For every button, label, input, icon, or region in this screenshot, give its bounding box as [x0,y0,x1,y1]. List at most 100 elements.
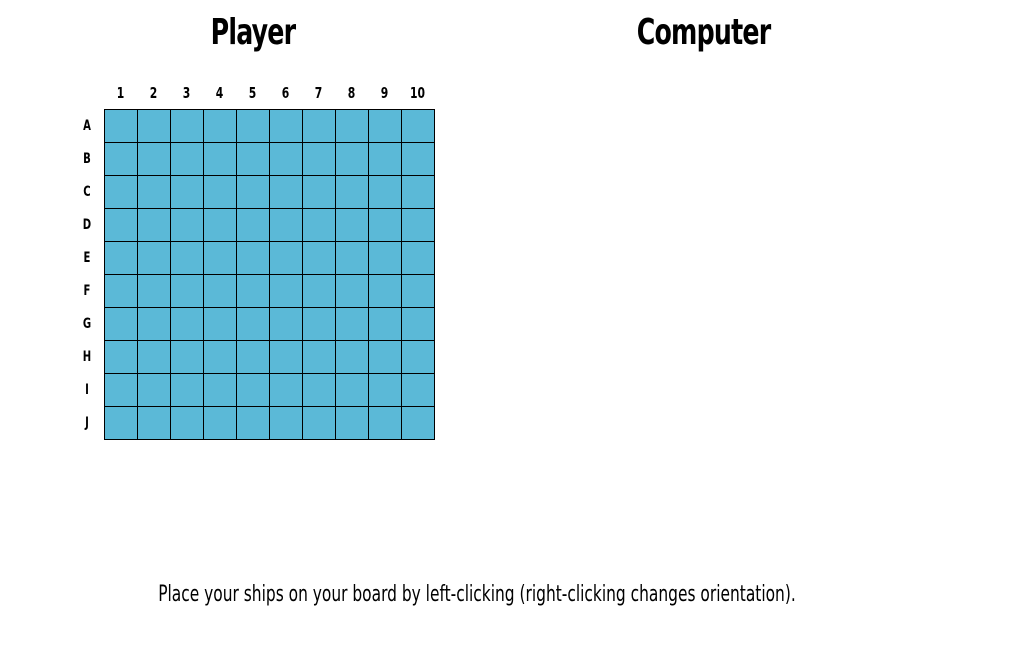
board-cell-b6[interactable] [269,142,302,175]
board-cell-a10[interactable] [401,109,434,142]
board-cell-h2[interactable] [137,340,170,373]
board-cell-g10[interactable] [401,307,434,340]
board-cell-d4[interactable] [203,208,236,241]
board-cell-h9[interactable] [368,340,401,373]
board-cell-f6[interactable] [269,274,302,307]
board-cell-c10[interactable] [401,175,434,208]
board-cell-h7[interactable] [302,340,335,373]
board-cell-j3[interactable] [170,406,203,439]
board-cell-i7[interactable] [302,373,335,406]
board-cell-d6[interactable] [269,208,302,241]
board-cell-a5[interactable] [236,109,269,142]
board-cell-g8[interactable] [335,307,368,340]
board-cell-b10[interactable] [401,142,434,175]
board-cell-c6[interactable] [269,175,302,208]
board-cell-d3[interactable] [170,208,203,241]
board-cell-a4[interactable] [203,109,236,142]
board-cell-j5[interactable] [236,406,269,439]
board-cell-j7[interactable] [302,406,335,439]
board-cell-i4[interactable] [203,373,236,406]
board-cell-f3[interactable] [170,274,203,307]
board-cell-i9[interactable] [368,373,401,406]
board-cell-b3[interactable] [170,142,203,175]
board-cell-f5[interactable] [236,274,269,307]
board-cell-f10[interactable] [401,274,434,307]
board-cell-h6[interactable] [269,340,302,373]
board-cell-c5[interactable] [236,175,269,208]
board-cell-c4[interactable] [203,175,236,208]
board-cell-b5[interactable] [236,142,269,175]
board-cell-g7[interactable] [302,307,335,340]
board-cell-i6[interactable] [269,373,302,406]
board-cell-b2[interactable] [137,142,170,175]
board-cell-f1[interactable] [104,274,137,307]
board-cell-c8[interactable] [335,175,368,208]
board-cell-f4[interactable] [203,274,236,307]
board-cell-g5[interactable] [236,307,269,340]
board-cell-i8[interactable] [335,373,368,406]
board-cell-j9[interactable] [368,406,401,439]
board-cell-d7[interactable] [302,208,335,241]
board-cell-f7[interactable] [302,274,335,307]
board-cell-c7[interactable] [302,175,335,208]
board-cell-c1[interactable] [104,175,137,208]
board-cell-h10[interactable] [401,340,434,373]
board-cell-b8[interactable] [335,142,368,175]
board-cell-b4[interactable] [203,142,236,175]
board-cell-j4[interactable] [203,406,236,439]
board-cell-e8[interactable] [335,241,368,274]
board-cell-a6[interactable] [269,109,302,142]
board-cell-h4[interactable] [203,340,236,373]
board-cell-j1[interactable] [104,406,137,439]
board-cell-i3[interactable] [170,373,203,406]
board-cell-j2[interactable] [137,406,170,439]
board-cell-b1[interactable] [104,142,137,175]
board-cell-d2[interactable] [137,208,170,241]
board-cell-g6[interactable] [269,307,302,340]
board-cell-d5[interactable] [236,208,269,241]
board-cell-e5[interactable] [236,241,269,274]
board-cell-e7[interactable] [302,241,335,274]
board-cell-i10[interactable] [401,373,434,406]
board-cell-a7[interactable] [302,109,335,142]
board-cell-e3[interactable] [170,241,203,274]
board-cell-h5[interactable] [236,340,269,373]
board-cell-g9[interactable] [368,307,401,340]
board-cell-h1[interactable] [104,340,137,373]
board-cell-g4[interactable] [203,307,236,340]
board-cell-i5[interactable] [236,373,269,406]
board-cell-e10[interactable] [401,241,434,274]
board-cell-j6[interactable] [269,406,302,439]
board-cell-d10[interactable] [401,208,434,241]
board-cell-h3[interactable] [170,340,203,373]
board-cell-a2[interactable] [137,109,170,142]
board-cell-g1[interactable] [104,307,137,340]
board-cell-i1[interactable] [104,373,137,406]
board-cell-a3[interactable] [170,109,203,142]
board-cell-j8[interactable] [335,406,368,439]
board-cell-d1[interactable] [104,208,137,241]
board-cell-b9[interactable] [368,142,401,175]
board-cell-e6[interactable] [269,241,302,274]
board-cell-f8[interactable] [335,274,368,307]
board-cell-c3[interactable] [170,175,203,208]
board-cell-e9[interactable] [368,241,401,274]
board-cell-c2[interactable] [137,175,170,208]
board-cell-f2[interactable] [137,274,170,307]
board-cell-c9[interactable] [368,175,401,208]
board-cell-a9[interactable] [368,109,401,142]
board-cell-e4[interactable] [203,241,236,274]
board-cell-a1[interactable] [104,109,137,142]
board-cell-h8[interactable] [335,340,368,373]
board-cell-g2[interactable] [137,307,170,340]
board-cell-b7[interactable] [302,142,335,175]
board-cell-a8[interactable] [335,109,368,142]
board-cell-g3[interactable] [170,307,203,340]
board-cell-e1[interactable] [104,241,137,274]
board-cell-d8[interactable] [335,208,368,241]
board-cell-i2[interactable] [137,373,170,406]
board-cell-e2[interactable] [137,241,170,274]
board-cell-f9[interactable] [368,274,401,307]
board-cell-d9[interactable] [368,208,401,241]
board-cell-j10[interactable] [401,406,434,439]
